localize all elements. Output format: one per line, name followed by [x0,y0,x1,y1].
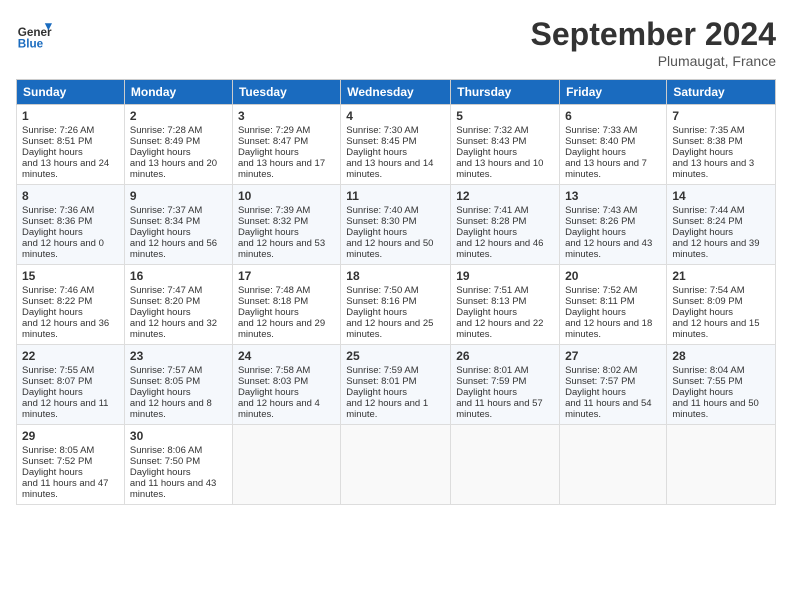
table-row: 8 Sunrise: 7:36 AM Sunset: 8:36 PM Dayli… [17,185,125,265]
calendar-table: Sunday Monday Tuesday Wednesday Thursday… [16,79,776,505]
table-row: 1 Sunrise: 7:26 AM Sunset: 8:51 PM Dayli… [17,105,125,185]
header-saturday: Saturday [667,80,776,105]
logo-icon: General Blue [16,16,52,52]
title-block: September 2024 Plumaugat, France [531,16,776,69]
header-tuesday: Tuesday [232,80,340,105]
header-monday: Monday [124,80,232,105]
table-row: 14 Sunrise: 7:44 AM Sunset: 8:24 PM Dayl… [667,185,776,265]
table-row: 26 Sunrise: 8:01 AM Sunset: 7:59 PM Dayl… [451,345,560,425]
table-row: 19 Sunrise: 7:51 AM Sunset: 8:13 PM Dayl… [451,265,560,345]
header-wednesday: Wednesday [341,80,451,105]
header: General Blue September 2024 Plumaugat, F… [16,16,776,69]
logo: General Blue [16,16,56,52]
table-row: 27 Sunrise: 8:02 AM Sunset: 7:57 PM Dayl… [560,345,667,425]
table-row: 17 Sunrise: 7:48 AM Sunset: 8:18 PM Dayl… [232,265,340,345]
table-row: 11 Sunrise: 7:40 AM Sunset: 8:30 PM Dayl… [341,185,451,265]
table-row: 2 Sunrise: 7:28 AM Sunset: 8:49 PM Dayli… [124,105,232,185]
header-friday: Friday [560,80,667,105]
table-row: 10 Sunrise: 7:39 AM Sunset: 8:32 PM Dayl… [232,185,340,265]
header-thursday: Thursday [451,80,560,105]
empty-cell [451,425,560,505]
calendar-page: General Blue September 2024 Plumaugat, F… [0,0,792,515]
table-row: 23 Sunrise: 7:57 AM Sunset: 8:05 PM Dayl… [124,345,232,425]
empty-cell [560,425,667,505]
table-row: 28 Sunrise: 8:04 AM Sunset: 7:55 PM Dayl… [667,345,776,425]
table-row: 12 Sunrise: 7:41 AM Sunset: 8:28 PM Dayl… [451,185,560,265]
empty-cell [232,425,340,505]
table-row: 18 Sunrise: 7:50 AM Sunset: 8:16 PM Dayl… [341,265,451,345]
location: Plumaugat, France [531,53,776,69]
table-row: 6 Sunrise: 7:33 AM Sunset: 8:40 PM Dayli… [560,105,667,185]
table-row: 24 Sunrise: 7:58 AM Sunset: 8:03 PM Dayl… [232,345,340,425]
table-row: 13 Sunrise: 7:43 AM Sunset: 8:26 PM Dayl… [560,185,667,265]
table-row: 21 Sunrise: 7:54 AM Sunset: 8:09 PM Dayl… [667,265,776,345]
table-row: 20 Sunrise: 7:52 AM Sunset: 8:11 PM Dayl… [560,265,667,345]
table-row: 25 Sunrise: 7:59 AM Sunset: 8:01 PM Dayl… [341,345,451,425]
table-row: 9 Sunrise: 7:37 AM Sunset: 8:34 PM Dayli… [124,185,232,265]
table-row: 7 Sunrise: 7:35 AM Sunset: 8:38 PM Dayli… [667,105,776,185]
empty-cell [341,425,451,505]
header-sunday: Sunday [17,80,125,105]
empty-cell [667,425,776,505]
weekday-header-row: Sunday Monday Tuesday Wednesday Thursday… [17,80,776,105]
table-row: 16 Sunrise: 7:47 AM Sunset: 8:20 PM Dayl… [124,265,232,345]
table-row: 5 Sunrise: 7:32 AM Sunset: 8:43 PM Dayli… [451,105,560,185]
table-row: 4 Sunrise: 7:30 AM Sunset: 8:45 PM Dayli… [341,105,451,185]
table-row: 3 Sunrise: 7:29 AM Sunset: 8:47 PM Dayli… [232,105,340,185]
table-row: 22 Sunrise: 7:55 AM Sunset: 8:07 PM Dayl… [17,345,125,425]
table-row: 30 Sunrise: 8:06 AM Sunset: 7:50 PM Dayl… [124,425,232,505]
month-title: September 2024 [531,16,776,53]
svg-text:Blue: Blue [18,38,44,51]
table-row: 15 Sunrise: 7:46 AM Sunset: 8:22 PM Dayl… [17,265,125,345]
table-row: 29 Sunrise: 8:05 AM Sunset: 7:52 PM Dayl… [17,425,125,505]
